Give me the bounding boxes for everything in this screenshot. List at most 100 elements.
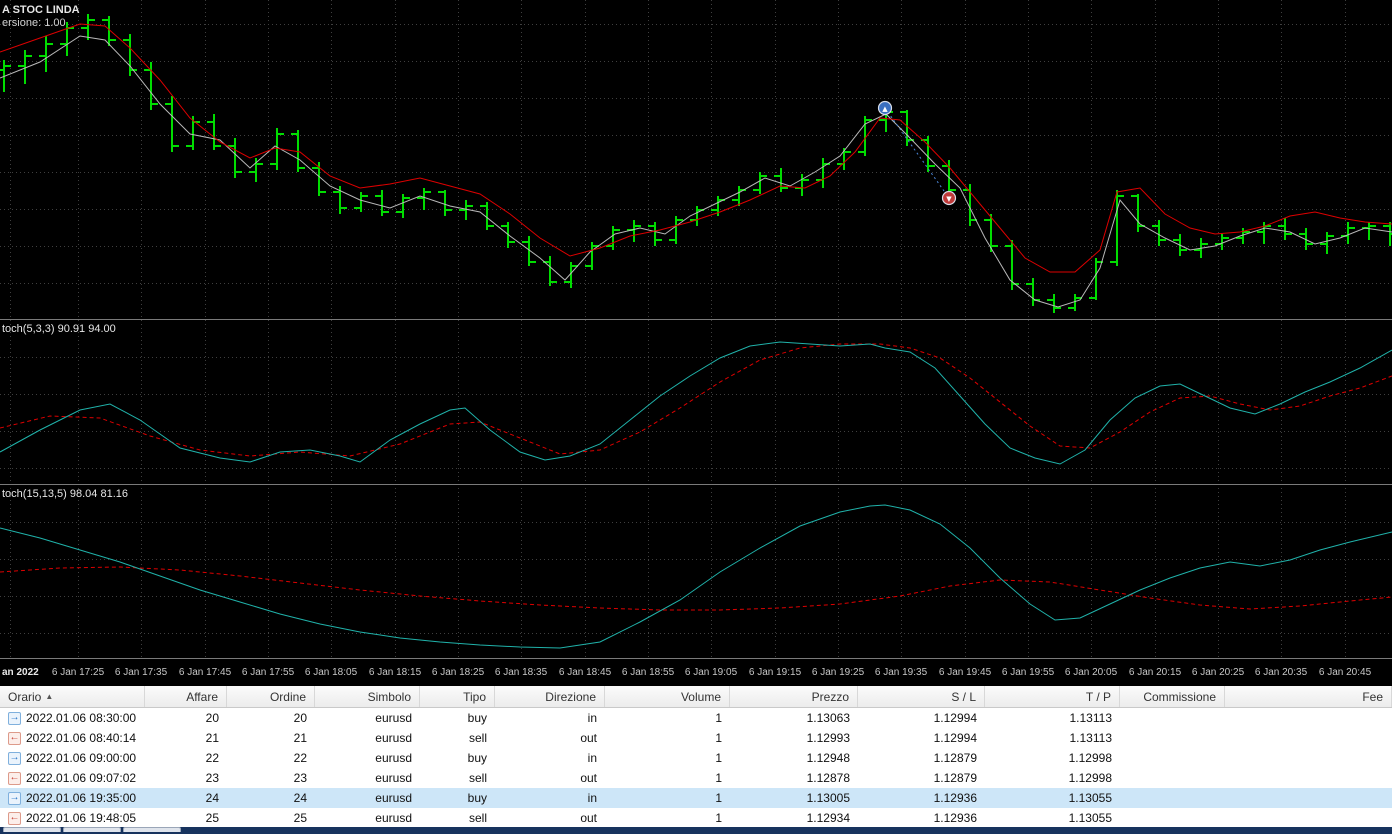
time-axis-label: 6 Jan 20:05: [1064, 667, 1118, 678]
deal-row[interactable]: → 2022.01.06 09:00:00 22 22 eurusd buy in 1 1.12…: [0, 748, 1392, 768]
time-axis-label: 6 Jan 20:35: [1254, 667, 1308, 678]
toolbox-tab[interactable]: [123, 827, 181, 832]
chart-area[interactable]: ▲ ▼ A STOC LINDA ersione: 1.00 toch(5,3,3…: [0, 0, 1392, 660]
time-axis-label: 6 Jan 17:25: [51, 667, 105, 678]
cell-affare: 25: [205, 811, 219, 825]
cell-commissione: [1120, 768, 1225, 788]
deals-table-body: → 2022.01.06 08:30:00 20 20 eurusd buy in 1 1.13…: [0, 708, 1392, 828]
column-header-label: Volume: [680, 689, 721, 704]
cell-orario: ← 2022.01.06 09:07:02: [0, 768, 145, 788]
cell-volume: 1: [715, 731, 722, 745]
sort-ascending-icon: ▲: [45, 692, 54, 701]
column-header-label: Direzione: [545, 689, 596, 704]
deal-row[interactable]: ← 2022.01.06 19:48:05 25 25 eurusd sell out 1 1.…: [0, 808, 1392, 828]
deal-time-label: 2022.01.06 09:07:02: [26, 771, 137, 785]
cell-fee: [1225, 728, 1392, 748]
cell-volume: 1: [715, 711, 722, 725]
cell-commissione: [1120, 788, 1225, 808]
deal-out-icon: ←: [8, 731, 21, 745]
column-header-affare[interactable]: Affare: [145, 686, 227, 707]
cell-s-l: 1.12994: [933, 711, 977, 725]
cell-fee: [1225, 788, 1392, 808]
column-header-commissione[interactable]: Commissione: [1120, 686, 1225, 707]
cell-orario: → 2022.01.06 09:00:00: [0, 748, 145, 768]
cell-volume: 1: [715, 751, 722, 765]
cell-direzione: out: [580, 771, 597, 785]
deal-out-icon: ←: [8, 771, 21, 785]
column-header-direzione[interactable]: Direzione: [495, 686, 605, 707]
column-header-simbolo[interactable]: Simbolo: [315, 686, 420, 707]
time-axis-label: 6 Jan 18:45: [558, 667, 612, 678]
cell-volume: 1: [715, 771, 722, 785]
cell-simbolo: eurusd: [375, 771, 412, 785]
cell-prezzo: 1.13063: [806, 711, 850, 725]
cell-fee: [1225, 748, 1392, 768]
column-header-fee[interactable]: Fee: [1225, 686, 1392, 707]
cell-t-p: 1.13055: [1068, 811, 1112, 825]
time-axis-label: 6 Jan 19:35: [874, 667, 928, 678]
cell-volume: 1: [715, 791, 722, 805]
deal-row[interactable]: → 2022.01.06 19:35:00 24 24 eurusd buy in 1 1.13…: [0, 788, 1392, 808]
column-header-label: Prezzo: [811, 689, 849, 704]
column-header-t-p[interactable]: T / P: [985, 686, 1120, 707]
cell-tipo: sell: [468, 731, 487, 745]
cell-prezzo: 1.13005: [806, 791, 850, 805]
stochastic2-title-label: toch(15,13,5) 98.04 81.16: [2, 488, 128, 500]
deal-row[interactable]: ← 2022.01.06 08:40:14 21 21 eurusd sell out 1 1.…: [0, 728, 1392, 748]
cell-tipo: sell: [468, 771, 487, 785]
cell-direzione: out: [580, 731, 597, 745]
column-header-ordine[interactable]: Ordine: [227, 686, 315, 707]
cell-affare: 22: [205, 751, 219, 765]
time-axis-label: 6 Jan 17:45: [178, 667, 232, 678]
column-header-label: Tipo: [463, 689, 486, 704]
toolbox-tab[interactable]: [63, 827, 121, 832]
cell-affare: 20: [205, 711, 219, 725]
cell-orario: ← 2022.01.06 19:48:05: [0, 808, 145, 828]
column-header-label: Commissione: [1143, 689, 1216, 704]
deals-header-row: Orario ▲ Affare Ordine Simbolo Tipo Direzione V…: [0, 686, 1392, 708]
cell-s-l: 1.12936: [933, 791, 977, 805]
cell-fee: [1225, 708, 1392, 728]
deal-time-label: 2022.01.06 19:35:00: [26, 791, 137, 805]
column-header-tipo[interactable]: Tipo: [420, 686, 495, 707]
cell-fee: [1225, 808, 1392, 828]
deal-time-label: 2022.01.06 08:40:14: [26, 731, 137, 745]
cell-tipo: buy: [467, 711, 487, 725]
cell-commissione: [1120, 708, 1225, 728]
time-axis-label: 6 Jan 20:15: [1128, 667, 1182, 678]
toolbox-tab[interactable]: [3, 827, 61, 832]
cell-ordine: 20: [293, 711, 307, 725]
deal-row[interactable]: → 2022.01.06 08:30:00 20 20 eurusd buy in 1 1.13…: [0, 708, 1392, 728]
sell-trade-marker-glyph: ▼: [946, 195, 952, 203]
cell-s-l: 1.12879: [933, 771, 977, 785]
column-header-label: Ordine: [269, 689, 306, 704]
stochastic1-title-label: toch(5,3,3) 90.91 94.00: [2, 323, 116, 335]
cell-s-l: 1.12879: [933, 751, 977, 765]
time-axis-label: an 2022: [2, 667, 39, 678]
column-header-label: T / P: [1085, 689, 1111, 704]
column-header-prezzo[interactable]: Prezzo: [730, 686, 858, 707]
cell-ordine: 23: [293, 771, 307, 785]
cell-direzione: in: [587, 711, 597, 725]
time-axis-label: 6 Jan 17:55: [241, 667, 295, 678]
cell-simbolo: eurusd: [375, 791, 412, 805]
cell-prezzo: 1.12993: [806, 731, 850, 745]
cell-t-p: 1.13113: [1069, 731, 1113, 745]
column-header-label: Affare: [186, 689, 218, 704]
column-header-s-l[interactable]: S / L: [858, 686, 985, 707]
time-axis[interactable]: an 2022 6 Jan 17:25 6 Jan 17:35 6 Jan 17:45…: [0, 660, 1392, 686]
toolbox-bottom-bar[interactable]: [0, 827, 1392, 834]
time-axis-label: 6 Jan 19:15: [748, 667, 802, 678]
deal-row[interactable]: ← 2022.01.06 09:07:02 23 23 eurusd sell out 1 1.…: [0, 768, 1392, 788]
column-header-volume[interactable]: Volume: [605, 686, 730, 707]
ea-title-label: A STOC LINDA: [2, 4, 80, 16]
cell-prezzo: 1.12948: [806, 751, 850, 765]
time-axis-label: 6 Jan 17:35: [114, 667, 168, 678]
cell-tipo: buy: [467, 751, 487, 765]
cell-orario: → 2022.01.06 19:35:00: [0, 788, 145, 808]
cell-direzione: in: [587, 791, 597, 805]
column-header-orario[interactable]: Orario ▲: [0, 686, 145, 707]
deal-in-icon: →: [8, 791, 21, 805]
chart-canvas[interactable]: ▲▼: [0, 0, 1392, 660]
cell-affare: 21: [205, 731, 219, 745]
